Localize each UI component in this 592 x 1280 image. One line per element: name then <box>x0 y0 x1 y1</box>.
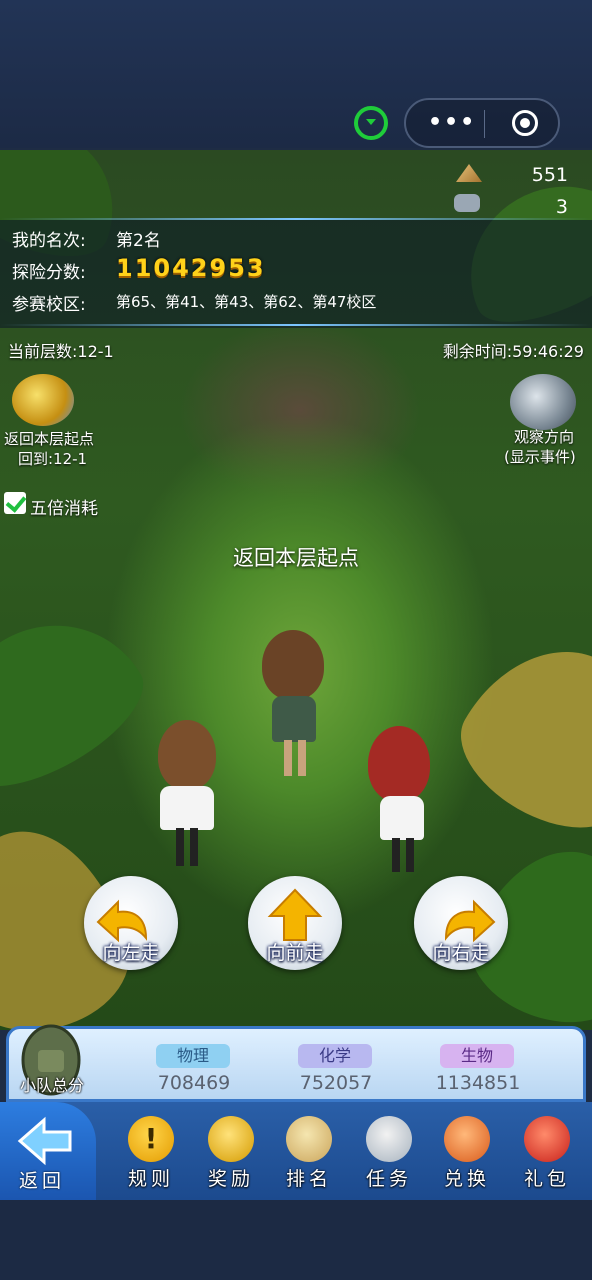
record-indicator-icon[interactable] <box>354 106 388 140</box>
character-leg <box>392 838 400 872</box>
gift-button[interactable]: 礼包 <box>512 1112 582 1192</box>
remaining-time: 剩余时间:59:46:29 <box>442 342 584 361</box>
current-floor: 当前层数:12-1 <box>8 342 114 361</box>
miniprogram-capsule: ••• <box>404 98 560 148</box>
character-leg <box>284 740 292 776</box>
move-left-button[interactable]: 向左走 <box>84 876 178 970</box>
move-right-button[interactable]: 向右走 <box>414 876 508 970</box>
magnifier-scroll-icon <box>366 1116 412 1162</box>
character-left <box>156 720 216 870</box>
gift-box-icon <box>524 1116 570 1162</box>
glow-line-top <box>0 218 592 220</box>
foliage-decoration <box>0 589 162 811</box>
rank-value: 第2名 <box>116 231 161 251</box>
exchange-button[interactable]: 兑换 <box>432 1112 502 1192</box>
return-start-floor: 回到:12-1 <box>18 450 88 468</box>
observe-direction-sub: (显示事件) <box>504 448 576 466</box>
info-exclaim-icon: ! <box>128 1116 174 1162</box>
return-start-label[interactable]: 返回本层起点 <box>4 428 94 449</box>
team-total-label: 小队总分 <box>19 1076 84 1095</box>
rules-button[interactable]: ! 规则 <box>116 1112 186 1192</box>
subject-physics-tag: 物理 <box>156 1044 230 1068</box>
character-hair <box>368 726 430 802</box>
binocular-small-icon <box>454 194 480 212</box>
subject-chemistry-score: 752057 <box>299 1072 373 1094</box>
subject-physics-score: 708469 <box>157 1072 231 1094</box>
podium-icon <box>286 1116 332 1162</box>
campus-value: 第65、第41、第43、第62、第47校区 <box>116 293 377 311</box>
move-forward-label: 向前走 <box>266 942 324 964</box>
close-target-icon[interactable] <box>512 110 538 136</box>
trophy-icon <box>208 1116 254 1162</box>
subject-biology-score: 1134851 <box>435 1072 521 1094</box>
observe-direction-label[interactable]: 观察方向 <box>514 426 574 447</box>
tent-icon <box>456 164 482 182</box>
character-body <box>160 786 214 830</box>
exchange-ticket-icon <box>444 1116 490 1162</box>
subject-biology-tag: 生物 <box>440 1044 514 1068</box>
character-leg <box>176 828 184 866</box>
character-hair <box>262 630 324 700</box>
reward-label: 奖励 <box>207 1168 254 1190</box>
page-footer <box>0 1200 592 1280</box>
character-right <box>368 726 434 876</box>
subject-chemistry-tag: 化学 <box>298 1044 372 1068</box>
center-message: 返回本层起点 <box>233 546 359 570</box>
glow-line-bottom <box>0 324 592 326</box>
tasks-label: 任务 <box>365 1168 412 1190</box>
character-leader <box>262 630 324 780</box>
campus-label: 参赛校区: <box>12 295 86 315</box>
rank-label: 我的名次: <box>12 231 86 251</box>
character-body <box>380 796 424 840</box>
move-left-label: 向左走 <box>102 942 160 964</box>
tent-count: 551 <box>531 164 568 186</box>
more-menu-icon[interactable]: ••• <box>428 110 476 135</box>
move-forward-button[interactable]: 向前走 <box>248 876 342 970</box>
ranking-label: 排名 <box>285 1168 332 1190</box>
five-times-label[interactable]: 五倍消耗 <box>30 494 98 519</box>
binocular-count: 3 <box>555 196 568 218</box>
foliage-decoration <box>439 616 592 854</box>
move-right-label: 向右走 <box>432 942 490 964</box>
character-leg <box>406 838 414 872</box>
back-label: 返回 <box>18 1170 65 1192</box>
rules-label: 规则 <box>127 1168 174 1190</box>
character-hair <box>158 720 216 790</box>
reward-button[interactable]: 奖励 <box>196 1112 266 1192</box>
ranking-button[interactable]: 排名 <box>274 1112 344 1192</box>
capsule-divider <box>484 110 485 138</box>
tasks-button[interactable]: 任务 <box>354 1112 424 1192</box>
character-body <box>272 696 316 742</box>
game-scene: 551 3 我的名次: 第2名 探险分数: 11042953 参赛校区: 第65… <box>0 150 592 1030</box>
score-value: 11042953 <box>116 254 266 282</box>
binoculars-icon[interactable] <box>510 374 576 430</box>
gift-label: 礼包 <box>523 1168 570 1190</box>
character-leg <box>298 740 306 776</box>
exchange-label: 兑换 <box>443 1168 490 1190</box>
score-label: 探险分数: <box>12 263 86 283</box>
back-arrow-icon <box>17 1116 72 1166</box>
five-times-checkbox[interactable] <box>4 492 26 514</box>
player-info-panel: 我的名次: 第2名 探险分数: 11042953 参赛校区: 第65、第41、第… <box>0 218 592 328</box>
character-leg <box>190 828 198 866</box>
back-button[interactable]: 返回 <box>0 1102 96 1200</box>
return-start-icon[interactable] <box>12 374 74 426</box>
